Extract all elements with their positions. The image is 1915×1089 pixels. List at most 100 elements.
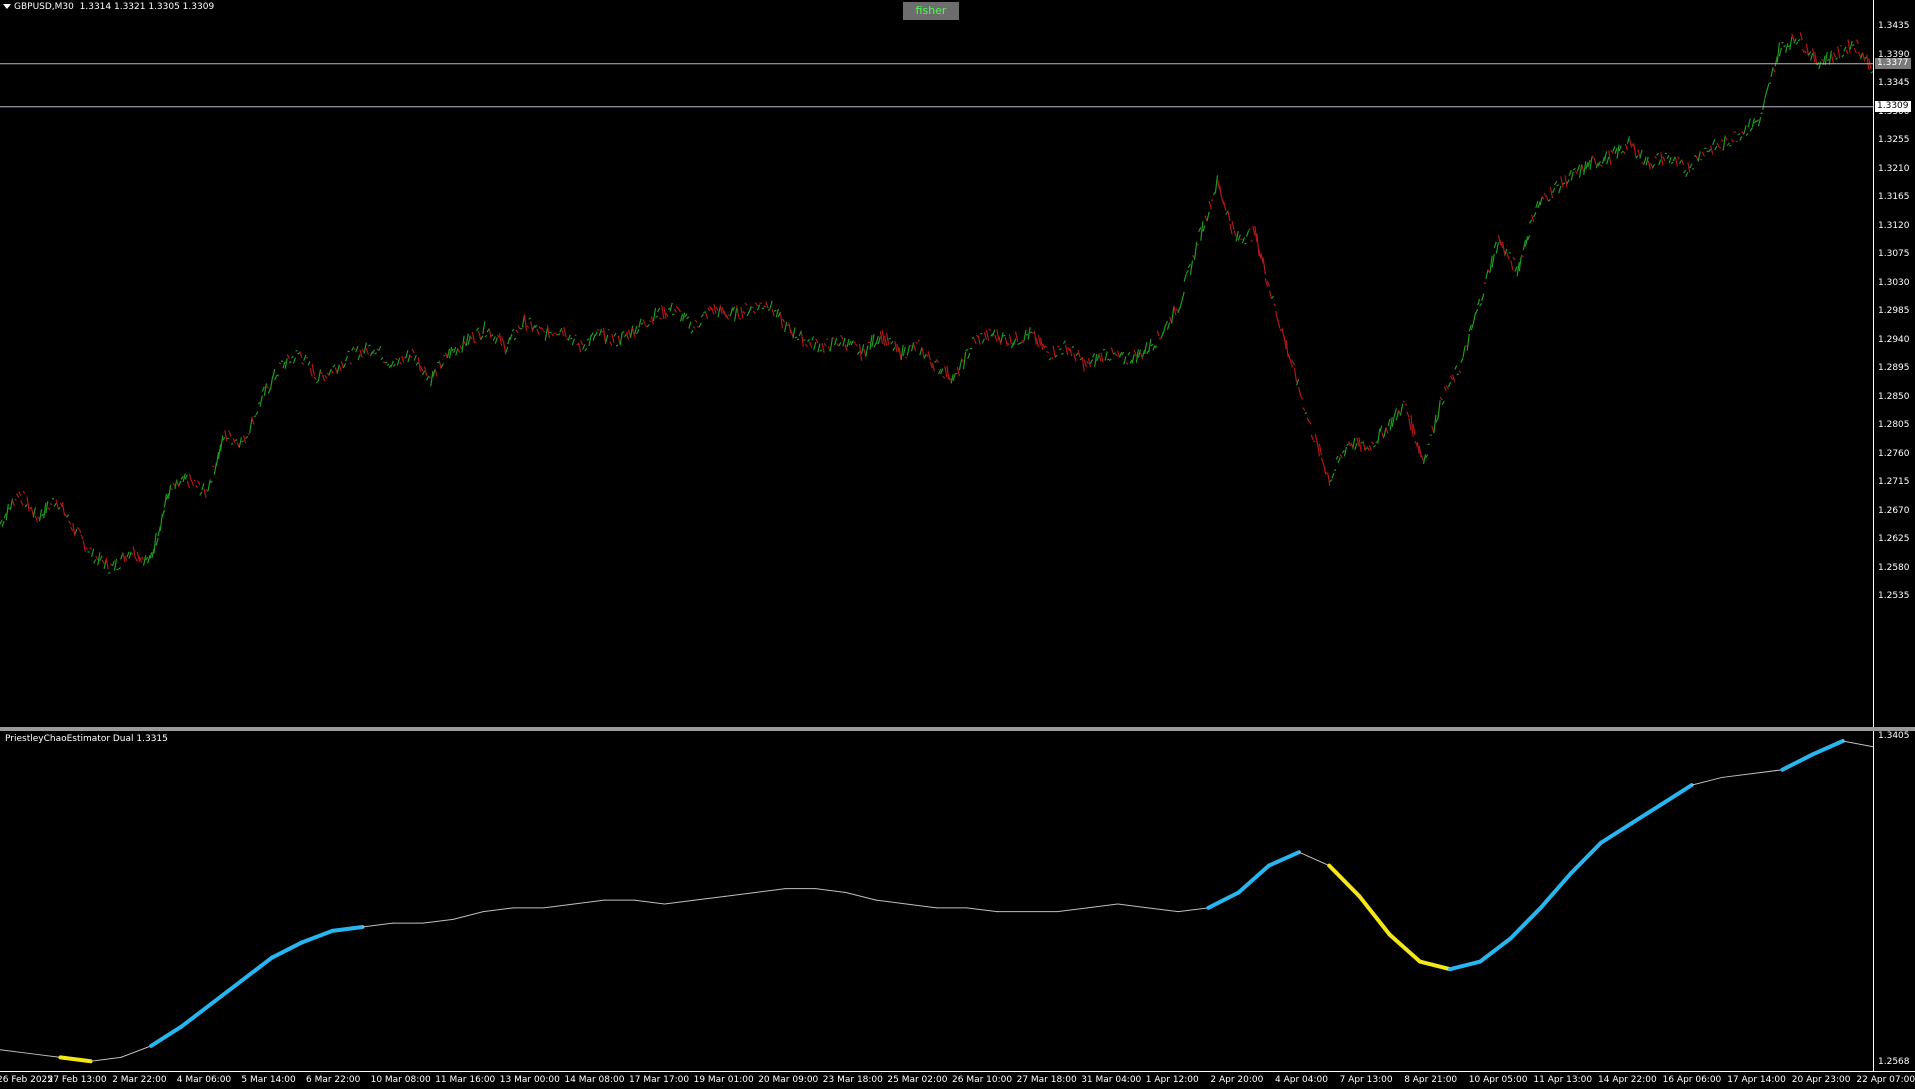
price-line-segment	[814, 342, 816, 350]
price-tick-label: 1.2670	[1878, 506, 1910, 516]
price-line-segment	[1423, 454, 1425, 464]
price-line-segment	[233, 439, 235, 443]
price-line-segment	[583, 344, 585, 349]
price-line-segment	[1573, 168, 1575, 170]
price-line-segment	[358, 355, 360, 360]
price-line-segment	[379, 346, 381, 350]
price-line-segment	[1367, 447, 1369, 451]
price-line-segment	[248, 434, 250, 435]
price-line-segment	[156, 538, 158, 546]
price-tick-label: 1.2940	[1878, 335, 1910, 345]
price-line-segment	[957, 367, 959, 376]
time-tick-label: 27 Mar 18:00	[1017, 1075, 1077, 1085]
price-line-segment	[1132, 354, 1134, 363]
price-line-segment	[44, 503, 46, 519]
price-line-segment	[520, 328, 522, 329]
price-line-segment	[1324, 464, 1326, 474]
price-line-segment	[764, 306, 766, 307]
price-line-segment	[1128, 352, 1130, 355]
price-line-segment	[978, 335, 980, 344]
price-line-segment	[1299, 387, 1301, 396]
price-line-segment	[21, 500, 23, 505]
price-line-segment	[1086, 361, 1088, 364]
price-line-segment	[972, 337, 974, 339]
price-line-segment	[1068, 347, 1070, 351]
price-line-segment	[533, 325, 535, 329]
price-line-segment	[1153, 345, 1155, 350]
price-line-segment	[966, 349, 968, 351]
price-line-segment	[320, 372, 322, 374]
price-line-segment	[824, 343, 826, 346]
price-line-segment	[616, 345, 618, 346]
indicator-segment-neutral	[91, 1057, 121, 1061]
price-line-segment	[4, 514, 6, 519]
price-line-segment	[835, 338, 837, 345]
fisher-button[interactable]: fisher	[903, 2, 959, 20]
indicator-segment-up	[1601, 823, 1631, 842]
price-line-segment	[1053, 346, 1055, 357]
price-tick-label: 1.3075	[1878, 249, 1910, 259]
price-line-segment	[1698, 151, 1700, 161]
price-line-segment	[454, 347, 456, 353]
price-line-segment	[1821, 60, 1823, 61]
price-line-segment	[127, 552, 129, 557]
price-line-segment	[360, 350, 362, 358]
price-line-segment	[870, 335, 872, 349]
price-line-segment	[527, 326, 529, 327]
price-line-segment	[878, 337, 880, 344]
price-line-segment	[974, 338, 976, 344]
indicator-segment-neutral	[1722, 774, 1752, 778]
price-line-segment	[591, 332, 593, 336]
price-line-segment	[1621, 151, 1623, 153]
price-line-segment	[1016, 332, 1018, 342]
price-line-segment	[48, 508, 50, 510]
indicator-segment-neutral	[363, 923, 393, 927]
price-line-segment	[350, 363, 352, 364]
price-line-segment	[1453, 375, 1455, 382]
price-line-segment	[1763, 99, 1765, 110]
indicator-segment-neutral	[816, 889, 846, 893]
price-line-segment	[1654, 156, 1656, 158]
price-line-segment	[75, 529, 77, 534]
time-tick-label: 17 Mar 17:00	[629, 1075, 689, 1085]
price-line-segment	[1765, 90, 1767, 98]
price-line-segment	[506, 347, 508, 353]
price-line-segment	[556, 334, 558, 335]
price-line-segment	[1750, 128, 1752, 132]
price-line-segment	[1034, 331, 1036, 344]
time-tick-label: 4 Apr 04:00	[1275, 1075, 1328, 1085]
price-line-segment	[1126, 363, 1128, 365]
price-line-segment	[169, 485, 171, 499]
price-line-segment	[714, 304, 716, 313]
price-line-segment	[945, 366, 947, 377]
indicator-segment-neutral	[1148, 908, 1178, 912]
indicator-pane[interactable]: PriestleyChaoEstimator Dual 1.3315	[0, 731, 1873, 1071]
price-line-segment	[502, 337, 504, 343]
price-line-segment	[162, 510, 164, 517]
price-line-segment	[631, 326, 633, 338]
price-line-segment	[1315, 434, 1317, 443]
price-line-segment	[252, 417, 254, 425]
time-tick-label: 6 Mar 22:00	[306, 1075, 360, 1085]
price-line-segment	[69, 521, 71, 525]
price-chart-pane[interactable]: GBPUSD,M30 1.3314 1.3321 1.3305 1.3309 f…	[0, 0, 1873, 727]
price-line-segment	[435, 369, 437, 377]
price-line-segment	[647, 324, 649, 326]
price-line-segment	[982, 339, 984, 344]
price-line-segment	[1401, 404, 1403, 416]
price-line-segment	[581, 340, 583, 345]
price-line-segment	[1290, 360, 1292, 368]
price-line-segment	[1738, 134, 1740, 135]
price-tick-label: 1.3030	[1878, 278, 1910, 288]
price-line-segment	[210, 481, 212, 483]
price-line-segment	[418, 358, 420, 372]
price-line-segment	[400, 362, 402, 364]
price-line-segment	[231, 444, 233, 445]
price-line-segment	[1149, 339, 1151, 352]
price-line-segment	[1671, 162, 1673, 163]
price-line-segment	[477, 328, 479, 331]
price-line-segment	[1702, 152, 1704, 157]
collapse-triangle-icon[interactable]	[3, 4, 11, 9]
price-line-segment	[1463, 346, 1465, 357]
price-line-segment	[1407, 411, 1409, 417]
